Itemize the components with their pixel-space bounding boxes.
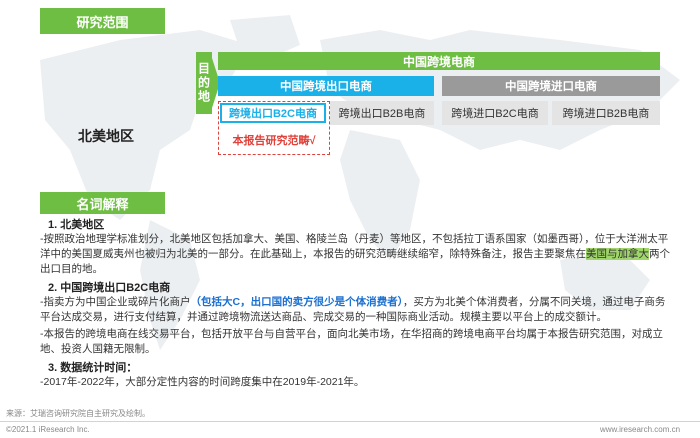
section1-text: -按照政治地理学标准划分，北美地区包括加拿大、美国、格陵兰岛（丹麦）等地区，不包… bbox=[40, 233, 670, 275]
import-b2b-box: 跨境进口B2B电商 bbox=[552, 101, 660, 125]
glossary-content: 1. 北美地区 -按照政治地理学标准划分，北美地区包括加拿大、美国、格陵兰岛（丹… bbox=[40, 216, 670, 390]
highlight-us-canada: 美国与加拿大 bbox=[586, 248, 649, 260]
website: www.iresearch.com.cn bbox=[600, 425, 681, 434]
cross-border-title: 中国跨境电商 bbox=[218, 52, 660, 70]
scope-note: 本报告研究范畴√ bbox=[218, 101, 330, 155]
export-b2b-box: 跨境出口B2B电商 bbox=[330, 101, 434, 125]
copyright: ©2021.1 iResearch Inc. bbox=[6, 425, 90, 434]
glossary-title: 名词解释 bbox=[40, 192, 165, 214]
import-title: 中国跨境进口电商 bbox=[442, 76, 660, 96]
section1-title: 1. 北美地区 bbox=[48, 219, 105, 231]
source-note: 来源：艾瑞咨询研究院自主研究及绘制。 bbox=[6, 409, 150, 418]
destination-label: 目的地 bbox=[196, 52, 212, 114]
section2-para1: -指卖方为中国企业或碎片化商户（包括大C，出口国的卖方很少是个体消费者），买方为… bbox=[40, 296, 666, 323]
import-b2c-box: 跨境进口B2C电商 bbox=[442, 101, 548, 125]
export-title: 中国跨境出口电商 bbox=[218, 76, 434, 96]
section2-para2: -本报告的跨境电商在线交易平台，包括开放平台与自营平台，面向北美市场，在华招商的… bbox=[40, 328, 663, 355]
research-scope-title: 研究范围 bbox=[40, 8, 165, 34]
north-america-label: 北美地区 bbox=[78, 128, 134, 144]
section3-title: 3. 数据统计时间： bbox=[48, 362, 138, 374]
section3-text: -2017年-2022年，大部分定性内容的时间跨度集中在2019年-2021年。 bbox=[40, 376, 365, 388]
footer-divider bbox=[0, 421, 700, 422]
section2-title: 2. 中国跨境出口B2C电商 bbox=[48, 282, 171, 294]
